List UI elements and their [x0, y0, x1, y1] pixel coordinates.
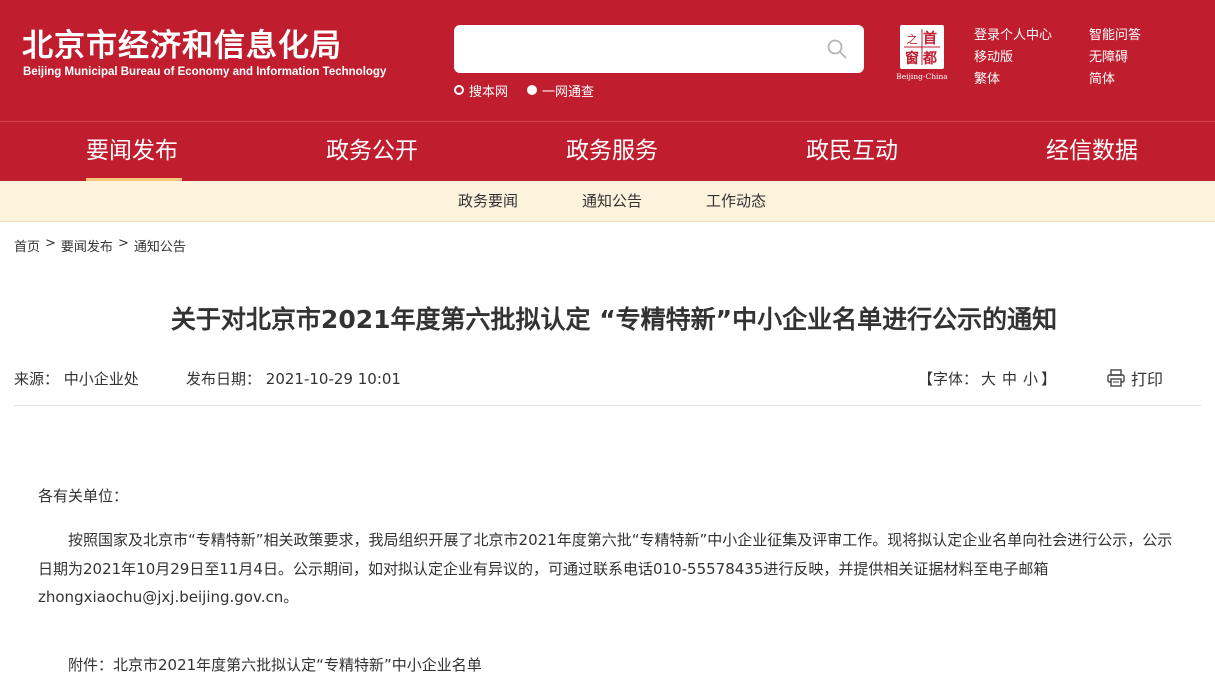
nav-item-interaction[interactable]: 政民互动 [806, 122, 898, 182]
nav-item-data[interactable]: 经信数据 [1046, 122, 1138, 182]
font-size-small[interactable]: 小 [1023, 368, 1038, 389]
sub-nav: 政务要闻 通知公告 工作动态 [0, 181, 1215, 222]
print-label: 打印 [1131, 370, 1164, 389]
scope-option-label: 一网通查 [542, 84, 595, 100]
nav-item-news[interactable]: 要闻发布 [86, 122, 178, 182]
scope-option-all[interactable]: 一网通查 [527, 82, 595, 100]
font-size-medium[interactable]: 中 [1002, 368, 1017, 389]
printer-icon [1107, 369, 1125, 387]
article-source: 来源： 中小企业处 [14, 368, 139, 389]
breadcrumb-notices[interactable]: 通知公告 [134, 236, 186, 255]
accessibility-link[interactable]: 无障碍 [1089, 46, 1128, 65]
simplified-chinese-link[interactable]: 简体 [1089, 68, 1115, 87]
radio-unselected-icon [454, 85, 464, 95]
breadcrumb-separator: > [45, 236, 56, 251]
login-link[interactable]: 登录个人中心 [974, 24, 1052, 43]
breadcrumb-home[interactable]: 首页 [14, 236, 40, 255]
font-size-large[interactable]: 大 [981, 368, 996, 389]
header-divider [14, 405, 1201, 406]
seal-char: 都 [922, 51, 937, 67]
seal-char: 之 [907, 32, 918, 46]
search-icon[interactable] [826, 38, 848, 60]
capital-window-logo[interactable]: 首 都 之 窗 Beijing-China [896, 24, 948, 82]
date-value: 2021-10-29 10:01 [265, 370, 401, 388]
article-date: 发布日期： 2021-10-29 10:01 [186, 368, 401, 389]
breadcrumb: 首页 > 要闻发布 > 通知公告 [14, 236, 186, 255]
article-paragraph: 按照国家及北京市“专精特新”相关政策要求，我局组织开展了北京市2021年度第六批… [38, 531, 1173, 606]
article-salutation: 各有关单位： [38, 487, 129, 505]
main-nav: 要闻发布 政务公开 政务服务 政民互动 经信数据 [0, 121, 1215, 181]
scope-option-label: 搜本网 [469, 84, 509, 100]
traditional-chinese-link[interactable]: 繁体 [974, 68, 1000, 87]
radio-selected-icon [527, 85, 537, 95]
site-logo-cn[interactable]: 北京市经济和信息化局 [22, 20, 342, 65]
site-logo-en: Beijing Municipal Bureau of Economy and … [23, 66, 387, 78]
seal-char: 窗 [905, 50, 919, 67]
subnav-item-notices[interactable]: 通知公告 [582, 181, 642, 222]
print-button[interactable]: 打印 [1106, 366, 1163, 390]
source-label: 来源： [14, 370, 60, 388]
font-size-close: 】 [1041, 370, 1057, 388]
scope-option-site[interactable]: 搜本网 [454, 82, 509, 100]
site-header: 北京市经济和信息化局 Beijing Municipal Bureau of E… [0, 0, 1215, 121]
font-size-label: 【字体： [918, 370, 979, 388]
subnav-item-work-updates[interactable]: 工作动态 [706, 181, 766, 222]
nav-item-gov-affairs[interactable]: 政务公开 [326, 122, 418, 182]
seal-icon: 首 都 之 窗 Beijing-China [896, 25, 948, 81]
search-input[interactable] [454, 25, 814, 73]
source-value: 中小企业处 [63, 370, 139, 388]
seal-char: 首 [923, 30, 937, 47]
article-title: 关于对北京市2021年度第六批拟认定 “专精特新”中小企业名单进行公示的通知 [170, 305, 1058, 334]
nav-item-gov-services[interactable]: 政务服务 [566, 122, 658, 182]
font-size-control: 【字体： 大 中 小 】 [918, 368, 1056, 389]
subnav-item-news[interactable]: 政务要闻 [458, 181, 518, 222]
date-label: 发布日期： [186, 370, 262, 388]
mobile-version-link[interactable]: 移动版 [974, 46, 1013, 65]
smart-qa-link[interactable]: 智能问答 [1089, 24, 1141, 43]
search-box [454, 25, 864, 73]
breadcrumb-separator: > [117, 236, 129, 251]
seal-caption: Beijing-China [896, 72, 948, 81]
breadcrumb-news[interactable]: 要闻发布 [61, 236, 113, 255]
attachment-link[interactable]: 附件：北京市2021年度第六批拟认定“专精特新”中小企业名单 [68, 654, 482, 675]
